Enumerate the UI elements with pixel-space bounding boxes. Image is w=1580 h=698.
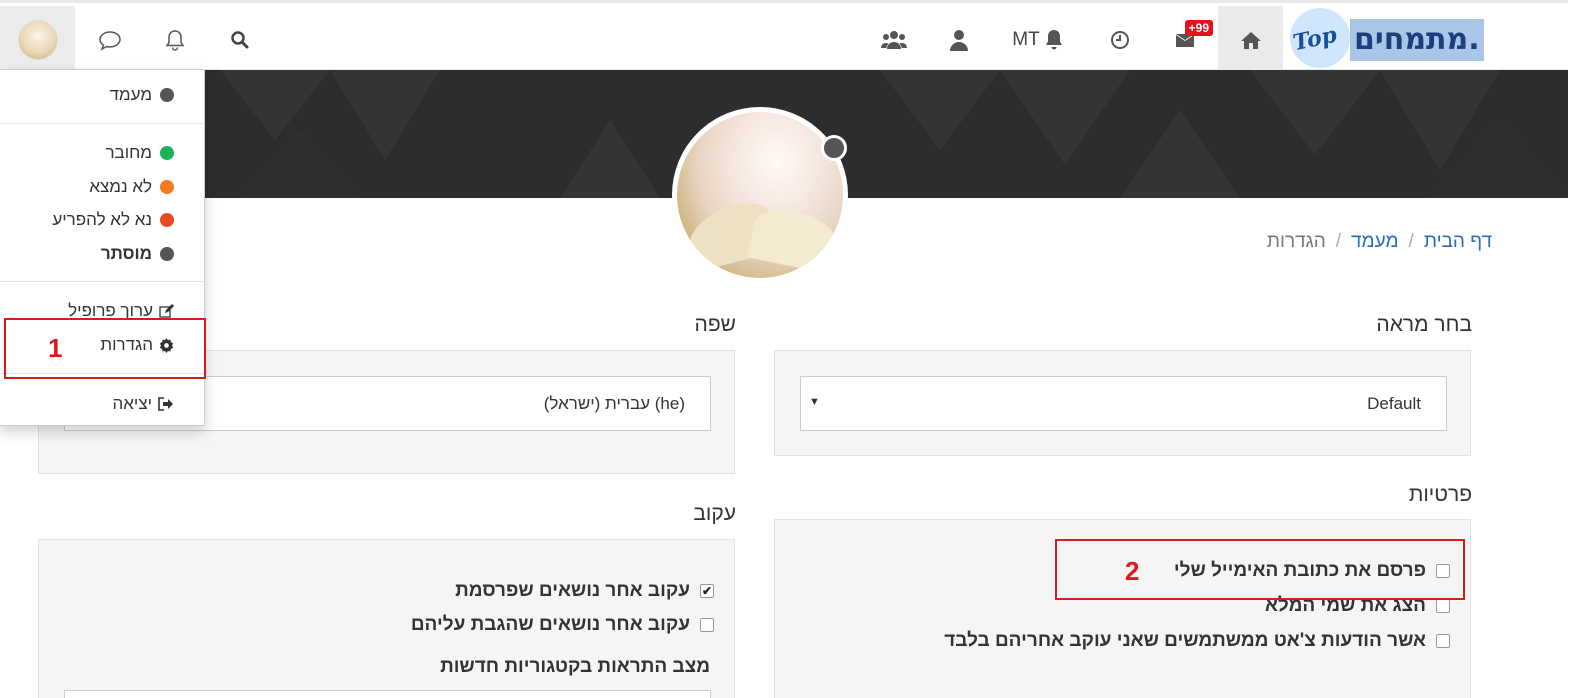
checkbox[interactable]	[700, 618, 714, 632]
logo-text: מתמחים.	[1350, 19, 1484, 61]
new-categories-select[interactable]	[64, 690, 711, 698]
users-icon	[881, 29, 907, 51]
notifications-button[interactable]: MT	[995, 6, 1075, 73]
unread-badge: +99	[1184, 20, 1213, 36]
follow-option-replied[interactable]: עקוב אחר נושאים שהגבת עליהם	[411, 614, 714, 636]
breadcrumb-home[interactable]: דף הבית	[1424, 231, 1492, 253]
status-indicator	[821, 135, 847, 161]
status-dnd[interactable]: נא לא להפריע	[52, 210, 174, 230]
search-icon	[230, 30, 250, 50]
skin-panel: Default ▼	[774, 350, 1471, 456]
checkbox[interactable]	[1436, 599, 1450, 613]
chevron-down-icon: ▼	[809, 396, 820, 408]
new-categories-label: מצב התראות בקטגוריות חדשות	[440, 656, 710, 677]
profile-picture[interactable]	[672, 107, 848, 283]
breadcrumb-current: הגדרות	[1266, 231, 1326, 252]
recent-button[interactable]	[1090, 6, 1150, 73]
edit-icon	[159, 303, 174, 319]
annotation-box-1	[4, 318, 206, 379]
checkbox-label: עקוב אחר נושאים שהגבת עליהם	[410, 614, 690, 635]
site-logo[interactable]: Top מתמחים.	[1290, 8, 1490, 68]
notifications-label: MT	[1012, 28, 1040, 50]
skin-title: בחר מראה	[1376, 313, 1472, 336]
status-dot	[160, 247, 174, 261]
follow-option-posted[interactable]: ✔ עקוב אחר נושאים שפרסמת	[455, 580, 714, 602]
avatar	[17, 19, 58, 60]
annotation-box-2	[1055, 539, 1465, 600]
checkbox[interactable]	[1436, 634, 1450, 648]
unread-button[interactable]: +99	[1155, 6, 1215, 73]
annotation-number-2: 2	[1125, 556, 1140, 586]
sign-out-icon	[158, 397, 174, 411]
checkbox-label: אשר הודעות צ'אט ממשתמשים שאני עוקב אחריה…	[944, 630, 1426, 651]
breadcrumb-status[interactable]: מעמד	[1351, 231, 1399, 253]
status-dot	[160, 180, 174, 194]
status-dot	[160, 146, 174, 160]
home-icon	[1240, 30, 1262, 50]
top-navbar: MT +99 Top מתמחים.	[0, 0, 1568, 73]
breadcrumb-separator: /	[1408, 231, 1414, 252]
language-select-value: עברית (ישראל) (he)	[543, 393, 685, 413]
checkbox-checked[interactable]: ✔	[700, 584, 714, 598]
checkbox-label: עקוב אחר נושאים שפרסמת	[455, 580, 690, 601]
notifications-button-left[interactable]	[145, 6, 205, 73]
privacy-title: פרטיות	[1408, 483, 1472, 506]
divider	[0, 281, 205, 282]
user-icon	[950, 29, 968, 51]
skin-select[interactable]: Default ▼	[800, 376, 1447, 431]
follow-title: עקוב	[693, 502, 736, 525]
dropdown-status-header[interactable]: מעמד	[109, 85, 174, 105]
status-online[interactable]: מחובר	[105, 143, 174, 163]
search-button[interactable]	[210, 6, 270, 73]
users-button[interactable]	[865, 6, 923, 73]
bell-icon	[1044, 29, 1064, 51]
chat-button[interactable]	[80, 6, 140, 73]
breadcrumb: דף הבית / מעמד / הגדרות	[1267, 231, 1492, 253]
status-away[interactable]: לא נמצא	[89, 177, 174, 197]
language-title: שפה	[694, 313, 736, 336]
bell-icon	[164, 28, 186, 52]
profile-button[interactable]	[930, 6, 988, 73]
skin-select-value: Default	[1367, 393, 1421, 413]
user-avatar-button[interactable]	[0, 6, 75, 73]
logout-item[interactable]: יציאה	[112, 394, 174, 414]
status-dot	[160, 88, 174, 102]
breadcrumb-separator: /	[1335, 231, 1342, 252]
status-offline[interactable]: מוסתר	[101, 244, 174, 264]
divider	[0, 123, 205, 124]
clock-icon	[1110, 30, 1130, 50]
chat-icon	[98, 29, 122, 51]
home-button[interactable]	[1218, 6, 1283, 73]
annotation-number-1: 1	[48, 333, 63, 363]
status-dot	[160, 213, 174, 227]
privacy-option-restrict-chat[interactable]: אשר הודעות צ'אט ממשתמשים שאני עוקב אחריה…	[944, 630, 1450, 652]
